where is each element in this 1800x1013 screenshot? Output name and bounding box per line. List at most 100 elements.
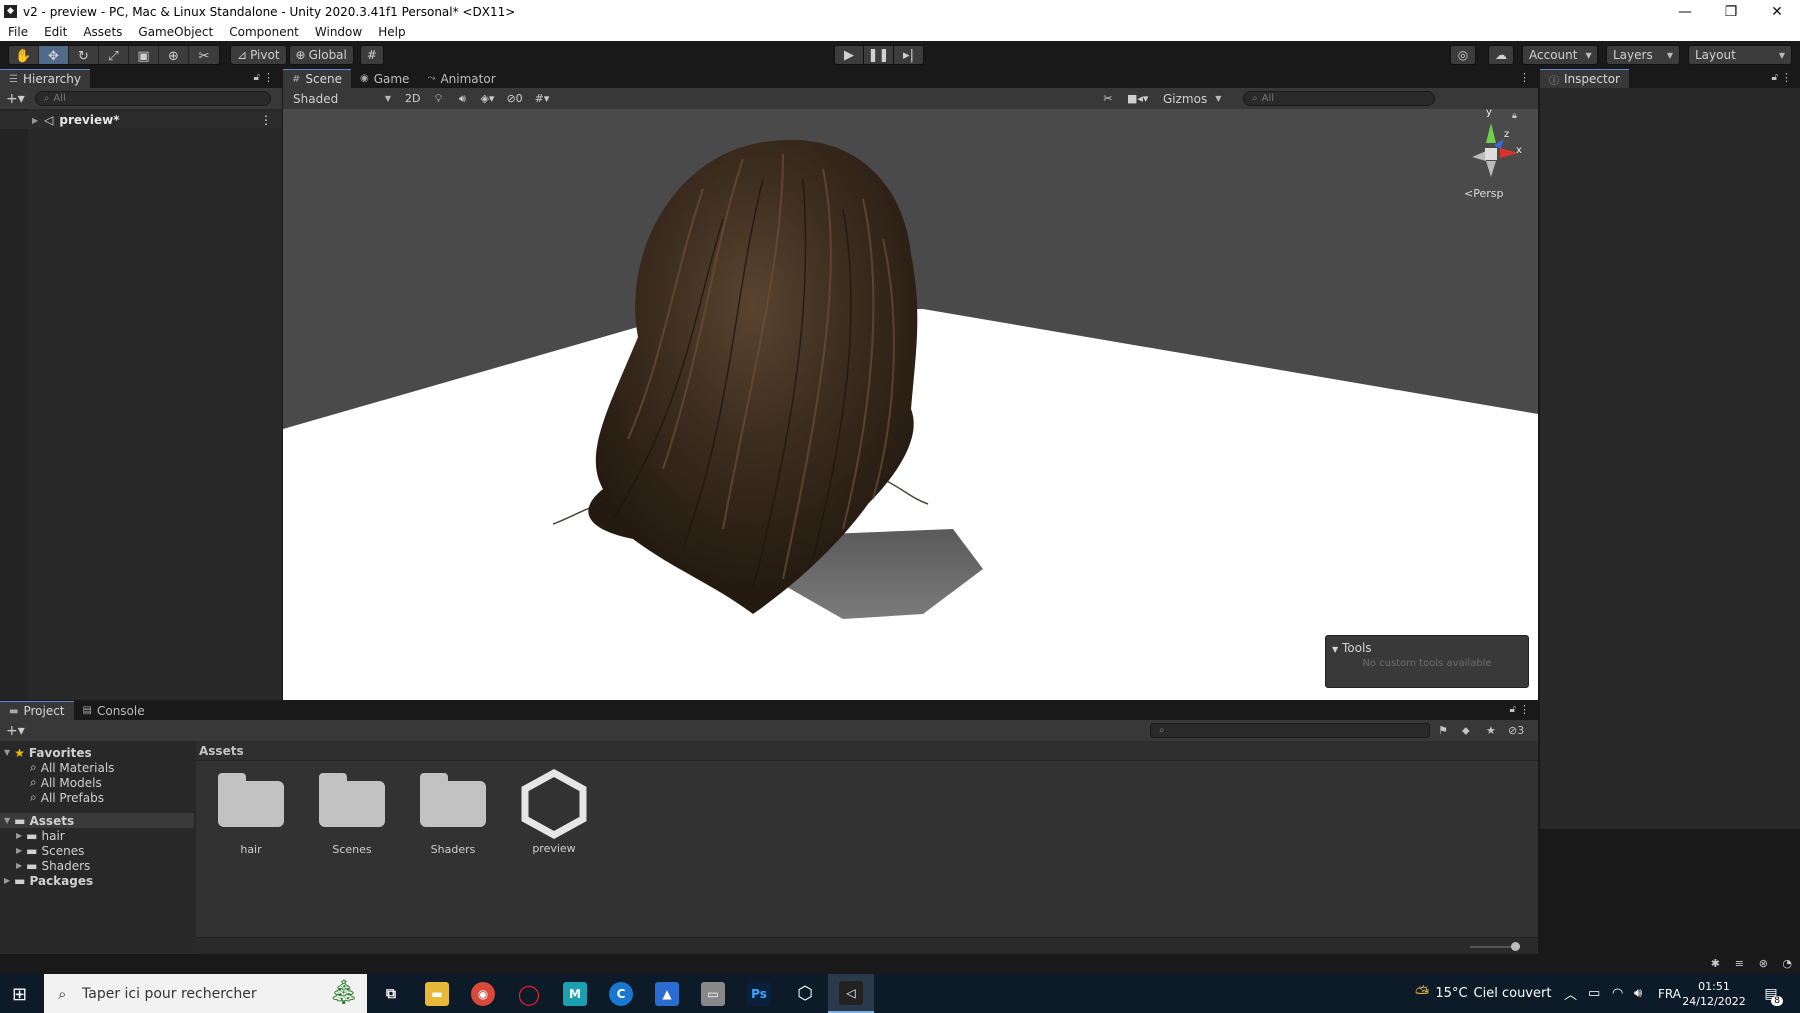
wifi-icon[interactable]: ◠ — [1612, 974, 1623, 1013]
opera-button[interactable]: ◯ — [506, 974, 552, 1013]
audio-icon[interactable]: 🔊︎ — [452, 90, 472, 107]
tree-scenes[interactable]: ▶ ▬ Scenes — [0, 843, 194, 858]
tree-favorites[interactable]: ▼ ★ Favorites — [4, 745, 194, 760]
lock-icon[interactable]: 🔓︎ — [1772, 72, 1778, 83]
tree-all-models[interactable]: ⌕ All Models — [4, 775, 194, 790]
m-app-button[interactable]: M — [552, 974, 598, 1013]
zoom-slider-thumb[interactable] — [1511, 942, 1520, 951]
tree-packages[interactable]: ▶ ▬ Packages — [0, 873, 194, 888]
expand-arrow-icon[interactable]: ▶ — [16, 831, 22, 840]
asset-folder-scenes[interactable]: Scenes — [312, 773, 392, 856]
transform-tool-icon[interactable]: ⊕ — [159, 46, 189, 64]
tab-hierarchy[interactable]: ☰ Hierarchy — [0, 69, 90, 88]
custom-tool-icon[interactable]: ✂ — [189, 46, 219, 64]
lighting-icon[interactable]: 💡︎ — [428, 90, 448, 107]
expand-arrow-icon[interactable]: ▼ — [4, 816, 10, 825]
mode-2d-button[interactable]: 2D — [401, 90, 424, 107]
expand-arrow-icon[interactable]: ▼ — [4, 748, 10, 757]
expand-arrow-icon[interactable]: ▶ — [16, 861, 22, 870]
task-view-button[interactable]: ⧉ — [368, 974, 414, 1013]
global-toggle[interactable]: ⊕ Global — [288, 45, 354, 65]
remote-app-button[interactable]: ▭ — [690, 974, 736, 1013]
taskbar-search-input[interactable]: ⌕ Taper ici pour rechercher 🎄︎ — [44, 974, 367, 1013]
maximize-button[interactable]: ❐ — [1708, 0, 1754, 23]
persp-label-row[interactable]: <Persp — [1464, 187, 1503, 200]
close-button[interactable]: ✕ — [1754, 0, 1800, 23]
expand-arrow-icon[interactable]: ▶ — [16, 846, 22, 855]
search-by-label-icon[interactable]: ⬥ — [1462, 724, 1470, 738]
tab-animator[interactable]: ⤳ Animator — [418, 69, 504, 88]
rotate-tool-icon[interactable]: ↻ — [69, 46, 99, 64]
layers-dropdown[interactable]: Layers ▼ — [1606, 45, 1680, 65]
hierarchy-row-preview[interactable]: ▶ ◁ preview* ⋮ — [0, 111, 282, 129]
tab-inspector[interactable]: ⓘ Inspector — [1540, 69, 1629, 88]
collab-button[interactable]: ◎ — [1450, 45, 1476, 65]
volume-icon[interactable]: 🔊︎ — [1634, 974, 1642, 1013]
kebab-menu-icon[interactable]: ⋮ — [1519, 71, 1530, 84]
tab-game[interactable]: ◉ Game — [351, 69, 418, 88]
menu-file[interactable]: File — [0, 25, 36, 39]
weather-widget[interactable]: ⛅︎ 15°C Ciel couvert — [1415, 974, 1551, 1013]
step-button-icon[interactable]: ▸| — [894, 45, 924, 65]
grid-snap-button[interactable]: # — [359, 45, 384, 65]
tools-overlay-header[interactable]: ▼ Tools — [1326, 636, 1528, 660]
meet-now-icon[interactable]: ▭ — [1588, 974, 1600, 1013]
c-app-button[interactable]: C — [598, 974, 644, 1013]
lock-icon[interactable]: 🔓︎ — [254, 72, 260, 83]
expand-arrow-icon[interactable]: ▶ — [4, 876, 10, 885]
tree-hair[interactable]: ▶ ▬ hair — [0, 828, 194, 843]
tab-project[interactable]: ▬ Project — [0, 701, 74, 720]
chevron-up-icon[interactable]: ︿ — [1564, 974, 1577, 1013]
tree-assets[interactable]: ▼ ▬ Assets — [0, 813, 194, 828]
asset-folder-hair[interactable]: hair — [211, 773, 291, 856]
scene-search-input[interactable]: ⌕ All — [1243, 91, 1435, 106]
clock[interactable]: 01:51 24/12/2022 — [1682, 974, 1745, 1013]
tools-icon[interactable]: ✂ — [1098, 90, 1118, 107]
add-icon[interactable]: +▾ — [6, 723, 25, 739]
scene-viewport[interactable]: y z x 🔒︎ <Persp ▼ Tools No custom tools … — [283, 109, 1538, 700]
menu-gameobject[interactable]: GameObject — [130, 25, 221, 39]
hand-tool-icon[interactable]: ✋ — [9, 46, 39, 64]
tree-all-prefabs[interactable]: ⌕ All Prefabs — [4, 790, 194, 805]
bug-icon[interactable]: ✱ — [1711, 957, 1720, 970]
tree-all-materials[interactable]: ⌕ All Materials — [4, 760, 194, 775]
scene-orientation-gizmo[interactable]: y z x 🔒︎ <Persp — [1456, 109, 1526, 205]
menu-window[interactable]: Window — [307, 25, 370, 39]
hierarchy-search-input[interactable]: ⌕ All — [34, 91, 271, 106]
breadcrumb-assets[interactable]: Assets — [199, 744, 244, 758]
tab-console[interactable]: ▤ Console — [74, 701, 154, 720]
expand-arrow-icon[interactable]: ▶ — [32, 116, 38, 125]
rect-tool-icon[interactable]: ▣ — [129, 46, 159, 64]
tools-overlay[interactable]: ▼ Tools No custom tools available — [1325, 635, 1529, 688]
minimize-button[interactable]: — — [1662, 0, 1708, 23]
progress-icon[interactable]: ◔ — [1782, 957, 1792, 970]
chrome-button[interactable]: ◉ — [460, 974, 506, 1013]
language-indicator[interactable]: FRA — [1658, 974, 1681, 1013]
menu-assets[interactable]: Assets — [75, 25, 130, 39]
lock-icon[interactable]: 🔓︎ — [1510, 704, 1516, 715]
gizmos-dropdown[interactable]: Gizmos ▼ — [1161, 90, 1224, 107]
kebab-menu-icon[interactable]: ⋮ — [263, 71, 274, 84]
cloud-button[interactable]: ☁ — [1488, 45, 1514, 65]
photos-button[interactable]: ▲ — [644, 974, 690, 1013]
pivot-toggle[interactable]: ⊿ Pivot — [230, 45, 287, 65]
project-search-input[interactable]: ⌕ — [1150, 723, 1430, 738]
play-button-icon[interactable]: ▶ — [834, 45, 864, 65]
database-icon[interactable]: ≡ — [1735, 957, 1744, 970]
windows-start-icon[interactable]: ⊞ — [12, 984, 27, 1005]
search-by-type-icon[interactable]: ⚑ — [1438, 724, 1448, 737]
tab-scene[interactable]: # Scene — [283, 69, 351, 88]
kebab-menu-icon[interactable]: ⋮ — [260, 113, 272, 127]
asset-folder-shaders[interactable]: Shaders — [413, 773, 493, 856]
pause-button-icon[interactable]: ❚❚ — [864, 45, 894, 65]
menu-edit[interactable]: Edit — [36, 25, 75, 39]
photoshop-button[interactable]: Ps — [736, 974, 782, 1013]
camera-icon[interactable]: ■◂▾ — [1123, 90, 1152, 107]
notifications-button[interactable]: ▤ 8 — [1756, 974, 1786, 1013]
network-icon[interactable]: ⊗ — [1759, 957, 1768, 970]
account-dropdown[interactable]: Account ▼ — [1522, 45, 1598, 65]
favorite-star-icon[interactable]: ★ — [1486, 724, 1496, 737]
effects-icon[interactable]: ◈▾ — [476, 90, 498, 107]
kebab-menu-icon[interactable]: ⋮ — [1781, 71, 1792, 84]
asset-scene-preview[interactable]: preview — [514, 769, 594, 855]
